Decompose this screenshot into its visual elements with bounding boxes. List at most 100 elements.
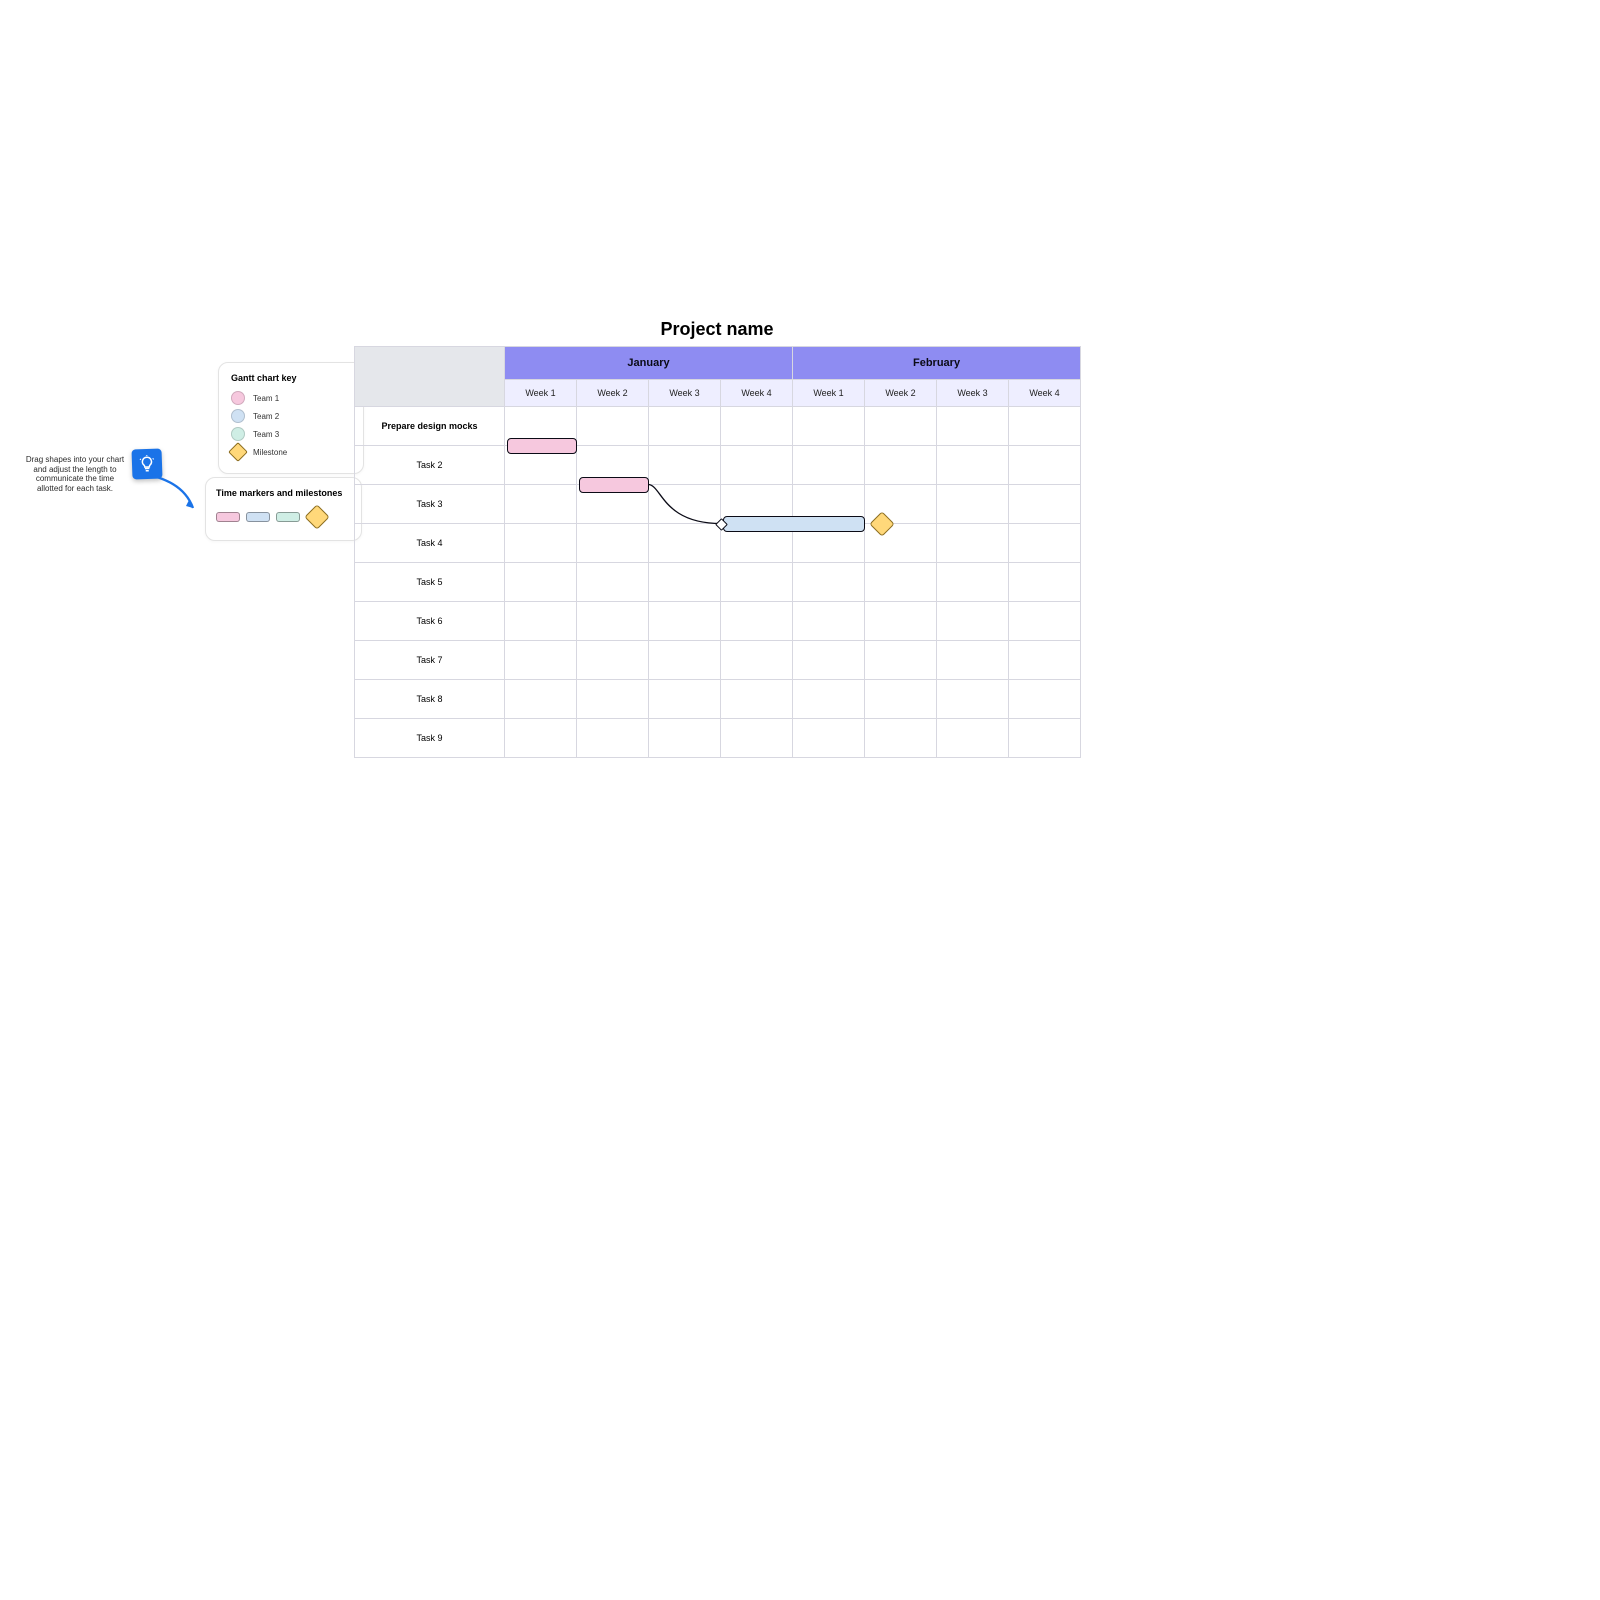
gantt-cell[interactable] [865,406,937,445]
gantt-cell[interactable] [505,562,577,601]
palette-marker-team1[interactable] [216,512,240,522]
task-label[interactable]: Task 8 [355,679,505,718]
gantt-cell[interactable] [649,601,721,640]
gantt-cell[interactable] [649,406,721,445]
gantt-cell[interactable] [793,562,865,601]
gantt-cell[interactable] [721,406,793,445]
arrow-icon [135,468,205,518]
gantt-bar[interactable] [723,516,865,532]
gantt-cell[interactable] [577,523,649,562]
gantt-cell[interactable] [937,406,1009,445]
gantt-cell[interactable] [865,640,937,679]
gantt-cell[interactable] [577,679,649,718]
palette-marker-team3[interactable] [276,512,300,522]
gantt-cell[interactable] [1009,679,1081,718]
gantt-cell[interactable] [1009,445,1081,484]
gantt-cell[interactable] [721,679,793,718]
gantt-cell[interactable] [1009,640,1081,679]
task-label[interactable]: Task 2 [355,445,505,484]
gantt-cell[interactable] [937,601,1009,640]
table-row: Task 6 [355,601,1081,640]
project-title[interactable]: Project name [354,320,1080,340]
gantt-cell[interactable] [793,406,865,445]
gantt-cell[interactable] [721,445,793,484]
gantt-cell[interactable] [649,445,721,484]
gantt-cell[interactable] [937,562,1009,601]
gantt-cell[interactable] [505,718,577,757]
gantt-cell[interactable] [793,679,865,718]
gantt-cell[interactable] [505,640,577,679]
gantt-cell[interactable] [937,718,1009,757]
gantt-cell[interactable] [577,406,649,445]
palette-milestone[interactable] [304,504,329,529]
task-label[interactable]: Task 6 [355,601,505,640]
gantt-cell[interactable] [937,679,1009,718]
gantt-cell[interactable] [505,601,577,640]
task-label[interactable]: Task 4 [355,523,505,562]
gantt-cell[interactable] [865,445,937,484]
gantt-cell[interactable] [505,679,577,718]
gantt-bar[interactable] [579,477,649,493]
gantt-cell[interactable] [937,523,1009,562]
gantt-cell[interactable] [577,601,649,640]
task-label[interactable]: Prepare design mocks [355,406,505,445]
week-header: Week 3 [937,379,1009,406]
table-row: Task 7 [355,640,1081,679]
week-header: Week 3 [649,379,721,406]
gantt-cell[interactable] [649,640,721,679]
gantt-cell[interactable] [937,445,1009,484]
task-label[interactable]: Task 7 [355,640,505,679]
gantt-cell[interactable] [865,718,937,757]
legend-label: Team 1 [253,394,279,403]
gantt-cell[interactable] [721,718,793,757]
gantt-cell[interactable] [649,523,721,562]
swatch-team1 [231,391,245,405]
gantt-cell[interactable] [1009,406,1081,445]
gantt-cell[interactable] [649,484,721,523]
gantt-cell[interactable] [1009,562,1081,601]
gantt-cell[interactable] [505,484,577,523]
table-row: Task 5 [355,562,1081,601]
gantt-cell[interactable] [793,718,865,757]
gantt-cell[interactable] [649,718,721,757]
gantt-cell[interactable] [721,640,793,679]
gantt-cell[interactable] [793,640,865,679]
table-row: Task 3 [355,484,1081,523]
task-label[interactable]: Task 9 [355,718,505,757]
gantt-cell[interactable] [1009,484,1081,523]
gantt-cell[interactable] [793,445,865,484]
gantt-chart: Project name January February Week 1 Wee… [354,320,1080,758]
gantt-bar[interactable] [507,438,577,454]
legend-item-team2: Team 2 [231,407,351,425]
gantt-cell[interactable] [937,640,1009,679]
table-row: Prepare design mocks [355,406,1081,445]
gantt-cell[interactable] [649,562,721,601]
gantt-cell[interactable] [505,523,577,562]
gantt-cell[interactable] [721,562,793,601]
task-label[interactable]: Task 3 [355,484,505,523]
gantt-table: January February Week 1 Week 2 Week 3 We… [354,346,1081,758]
table-row: Task 4 [355,523,1081,562]
gantt-cell[interactable] [865,562,937,601]
gantt-cell[interactable] [721,601,793,640]
gantt-cell[interactable] [577,640,649,679]
milestone-icon [228,442,248,462]
swatch-team2 [231,409,245,423]
gantt-cell[interactable] [865,601,937,640]
task-label[interactable]: Task 5 [355,562,505,601]
gantt-cell[interactable] [865,679,937,718]
palette-marker-team2[interactable] [246,512,270,522]
week-header: Week 4 [721,379,793,406]
gantt-cell[interactable] [577,718,649,757]
gantt-cell[interactable] [577,562,649,601]
gantt-cell[interactable] [793,601,865,640]
gantt-cell[interactable] [937,484,1009,523]
legend-label: Team 3 [253,430,279,439]
week-header: Week 2 [577,379,649,406]
gantt-cell[interactable] [1009,718,1081,757]
week-header: Week 1 [505,379,577,406]
gantt-cell[interactable] [649,679,721,718]
gantt-cell[interactable] [1009,601,1081,640]
gantt-cell[interactable] [1009,523,1081,562]
legend-item-team1: Team 1 [231,389,351,407]
